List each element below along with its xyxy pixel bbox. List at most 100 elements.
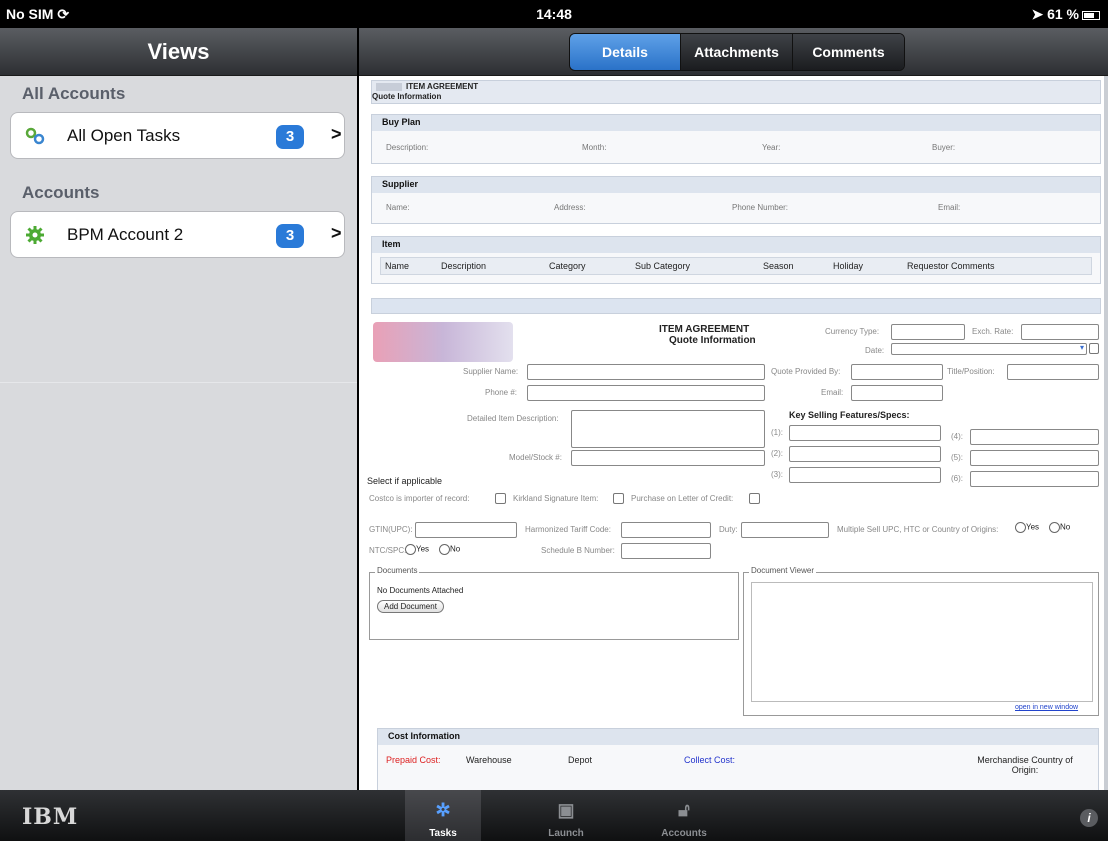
radio-icon (439, 544, 450, 555)
key-feature-4-input[interactable] (970, 429, 1099, 445)
ntc-label: NTC/SPC: (369, 546, 407, 555)
key-feature-5-input[interactable] (970, 450, 1099, 466)
sidebar-item-label: BPM Account 2 (67, 225, 184, 244)
gear-icon (26, 226, 44, 244)
title-position-input[interactable] (1007, 364, 1099, 380)
date-input[interactable]: ▾ (891, 343, 1087, 355)
kirkland-signature-checkbox[interactable] (613, 493, 624, 504)
key-feature-6-input[interactable] (970, 471, 1099, 487)
count-badge: 3 (276, 125, 304, 149)
item-panel: Item Name Description Category Sub Categ… (371, 236, 1101, 284)
key-feature-2-input[interactable] (789, 446, 941, 462)
open-new-window-link[interactable]: open in new window (1015, 704, 1078, 711)
item-table-header: Name Description Category Sub Category S… (380, 257, 1092, 275)
key-feature-3-input[interactable] (789, 467, 941, 483)
tab-accounts[interactable]: 🔓︎ Accounts (646, 790, 722, 841)
tab-tasks[interactable]: ✲ Tasks (405, 790, 481, 841)
date-label: Date: (865, 346, 885, 355)
letter-of-credit-checkbox[interactable] (749, 493, 760, 504)
supplier-name-label: Supplier Name: (463, 367, 519, 376)
document-viewer-area[interactable] (751, 582, 1093, 702)
duty-input[interactable] (741, 522, 829, 538)
document-viewer-legend: Document Viewer (749, 566, 816, 575)
currency-type-label: Currency Type: (825, 327, 880, 336)
key-feature-1-input[interactable] (789, 425, 941, 441)
section-separator (371, 298, 1101, 314)
detail-panel: Details Attachments Comments ITEM AGREEM… (359, 28, 1108, 790)
documents-legend: Documents (375, 566, 420, 575)
gtin-input[interactable] (415, 522, 517, 538)
prepaid-cost-label: Prepaid Cost: (386, 755, 441, 765)
scrollbar[interactable] (1104, 76, 1108, 790)
ks-num-label: (1): (771, 428, 783, 437)
multiple-no-radio[interactable]: No (1049, 522, 1070, 533)
info-icon[interactable]: i (1080, 809, 1098, 827)
status-bar: No SIM ⟳ 14:48 ➤ 61 % (0, 0, 1108, 28)
sidebar-item-all-open-tasks[interactable]: All Open Tasks 3 > (10, 112, 345, 159)
ntc-yes-radio[interactable]: Yes (405, 544, 429, 555)
merch-country-label: Merchandise Country of Origin: (977, 755, 1073, 775)
detail-header: Details Attachments Comments (359, 28, 1108, 76)
phone-input[interactable] (527, 385, 765, 401)
chevron-right-icon: > (331, 223, 342, 243)
ks-num-label: (2): (771, 449, 783, 458)
title-position-label: Title/Position: (947, 367, 995, 376)
document-view[interactable]: ITEM AGREEMENT Quote Information Buy Pla… (359, 76, 1108, 790)
supplier-name-input[interactable] (527, 364, 765, 380)
buy-plan-title: Buy Plan (372, 115, 1100, 131)
tab-attachments[interactable]: Attachments (680, 34, 792, 70)
count-badge: 3 (276, 224, 304, 248)
ibm-logo: IBM (22, 804, 79, 830)
buy-plan-panel: Buy Plan Description: Month: Year: Buyer… (371, 114, 1101, 164)
link-icon (25, 127, 45, 145)
tab-details[interactable]: Details (570, 34, 680, 70)
detailed-description-textarea[interactable] (571, 410, 765, 448)
calendar-icon[interactable] (1089, 343, 1099, 354)
field-label: Email: (938, 203, 961, 212)
cost-information-panel: Cost Information Prepaid Cost: Warehouse… (377, 728, 1099, 790)
tab-label: Tasks (429, 828, 457, 839)
exch-rate-input[interactable] (1021, 324, 1099, 340)
email-input[interactable] (851, 385, 943, 401)
detailed-description-label: Detailed Item Description: (467, 414, 559, 423)
sidebar-title: Views (0, 28, 357, 76)
add-document-button[interactable]: Add Document (377, 600, 444, 613)
phone-label: Phone #: (485, 388, 518, 397)
email-label: Email: (821, 388, 844, 397)
tab-launch[interactable]: ▣ Launch (528, 790, 604, 841)
section-title-all-accounts: All Accounts (22, 84, 126, 103)
field-label: Address: (554, 203, 586, 212)
supplier-panel: Supplier Name: Address: Phone Number: Em… (371, 176, 1101, 224)
company-logo-blurred (373, 322, 513, 362)
quote-provided-by-label: Quote Provided By: (771, 367, 841, 376)
dropdown-arrow-icon: ▾ (1079, 343, 1084, 352)
sidebar-item-bpm-account-2[interactable]: BPM Account 2 3 > (10, 211, 345, 258)
radio-icon (1049, 522, 1060, 533)
sidebar: Views All Accounts All Open Tasks 3 > Ac… (0, 28, 357, 790)
chevron-right-icon: > (331, 124, 342, 144)
cost-information-title: Cost Information (378, 729, 1098, 745)
tariff-input[interactable] (621, 522, 711, 538)
importer-of-record-checkbox[interactable] (495, 493, 506, 504)
currency-type-input[interactable] (891, 324, 965, 340)
duty-label: Duty: (719, 525, 738, 534)
ntc-no-radio[interactable]: No (439, 544, 460, 555)
key-selling-label: Key Selling Features/Specs: (789, 410, 910, 420)
schedule-b-input[interactable] (621, 543, 711, 559)
quote-provided-by-input[interactable] (851, 364, 943, 380)
column-header: Description (441, 261, 487, 271)
tab-label: Accounts (661, 828, 707, 839)
multiple-yes-radio[interactable]: Yes (1015, 522, 1039, 533)
model-stock-input[interactable] (571, 450, 765, 466)
collect-cost-label: Collect Cost: (684, 755, 736, 765)
supplier-title: Supplier (372, 177, 1100, 193)
doc-subtitle: Quote Information (372, 92, 442, 101)
schedule-b-label: Schedule B Number: (541, 546, 615, 555)
segmented-control: Details Attachments Comments (569, 33, 905, 71)
gear-icon: ✲ (435, 800, 451, 820)
ks-num-label: (6): (951, 474, 963, 483)
tab-comments[interactable]: Comments (792, 34, 904, 70)
depot-label: Depot (568, 755, 593, 765)
warehouse-label: Warehouse (466, 755, 512, 765)
clock: 14:48 (536, 6, 572, 22)
